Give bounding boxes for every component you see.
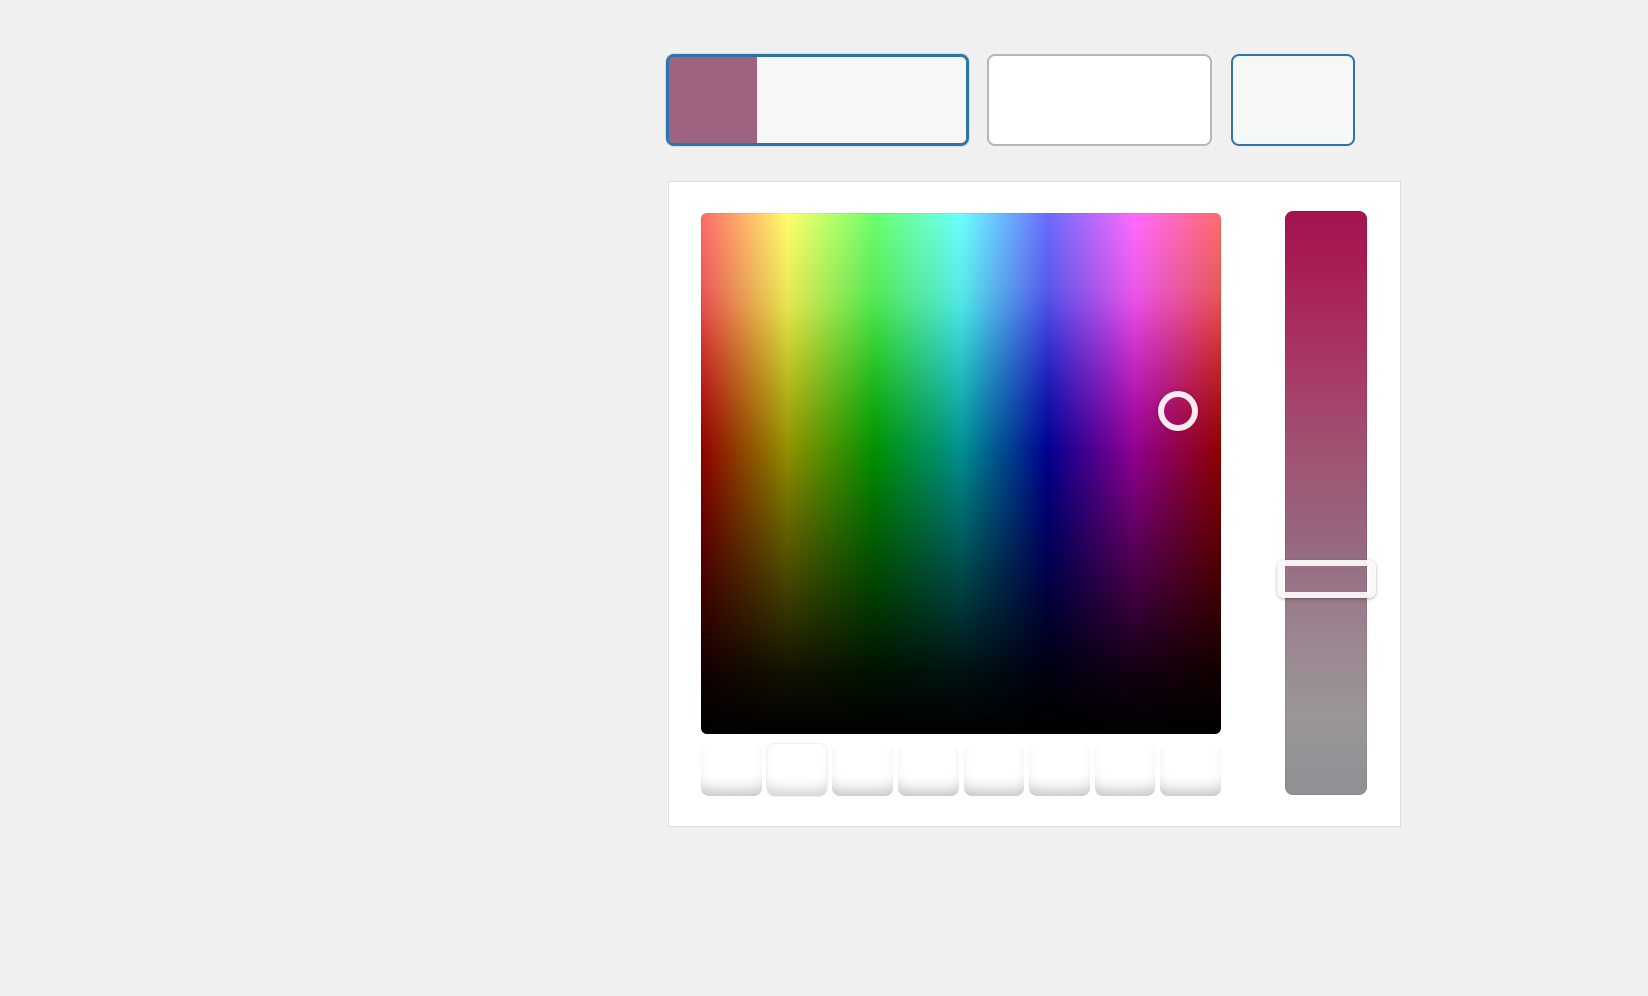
saturation-picker-handle[interactable] xyxy=(1158,391,1198,431)
swatch-red[interactable] xyxy=(832,744,893,796)
select-color-label xyxy=(757,57,966,143)
clear-button[interactable] xyxy=(1231,54,1355,146)
default-swatch-row xyxy=(701,744,1221,796)
color-control-row xyxy=(666,54,1355,146)
select-color-button[interactable] xyxy=(666,54,969,146)
saturation-value-area[interactable] xyxy=(701,213,1221,734)
swatch-white[interactable] xyxy=(767,744,828,796)
hue-slider-handle[interactable] xyxy=(1277,560,1376,598)
swatch-purple[interactable] xyxy=(1160,744,1221,796)
hex-color-input[interactable] xyxy=(987,54,1212,146)
swatch-green[interactable] xyxy=(1029,744,1090,796)
swatch-black[interactable] xyxy=(701,744,762,796)
hue-slider[interactable] xyxy=(1285,211,1367,795)
current-color-preview xyxy=(669,57,757,143)
color-setting-row xyxy=(0,0,1648,996)
swatch-blue[interactable] xyxy=(1095,744,1156,796)
swatch-yellow[interactable] xyxy=(964,744,1025,796)
swatch-orange[interactable] xyxy=(898,744,959,796)
